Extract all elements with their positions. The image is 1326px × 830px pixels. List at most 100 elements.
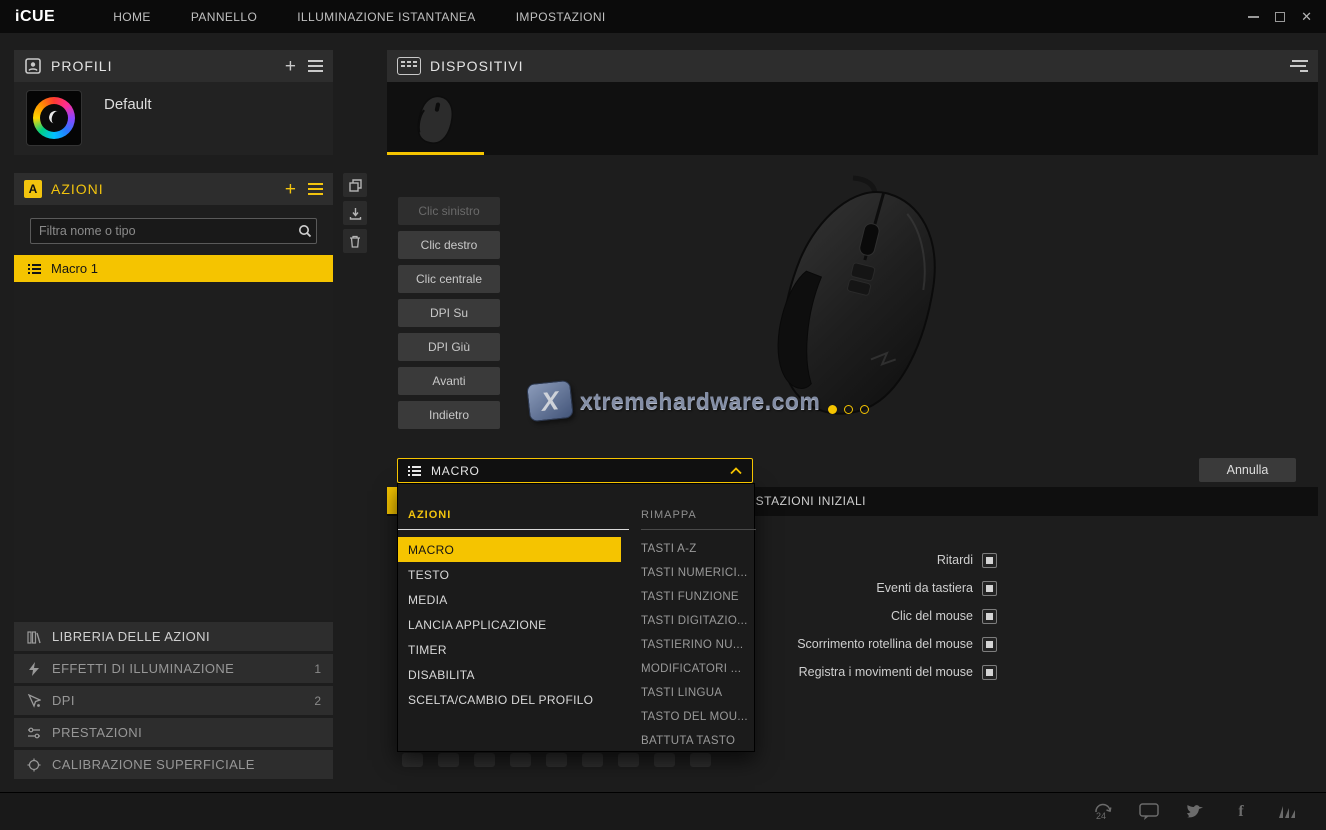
- section-label: PRESTAZIONI: [52, 725, 142, 740]
- scorrimento-rotellina-checkbox[interactable]: [982, 637, 997, 652]
- option-modificatori[interactable]: MODIFICATORI ...: [641, 657, 756, 681]
- titlebar: iCUE HOME PANNELLO ILLUMINAZIONE ISTANTA…: [0, 0, 1326, 33]
- action-type-dropdown-popup: AZIONI RIMAPPA MACRO TESTO MEDIA LANCIA …: [397, 483, 755, 752]
- macro-toolbar-button[interactable]: [654, 753, 675, 767]
- dropdown-column-rimappa-header: RIMAPPA: [641, 484, 756, 530]
- macro-toolbar: [402, 753, 711, 767]
- btn-avanti[interactable]: Avanti: [398, 367, 500, 395]
- macro-toolbar-button[interactable]: [546, 753, 567, 767]
- record-option-label: Clic del mouse: [891, 609, 973, 623]
- search-icon[interactable]: [292, 223, 316, 239]
- sliders-icon: [26, 725, 42, 741]
- section-libreria-delle-azioni[interactable]: LIBRERIA DELLE AZIONI: [14, 622, 333, 651]
- option-tasti-numerici[interactable]: TASTI NUMERICI...: [641, 561, 756, 585]
- option-tasti-funzione[interactable]: TASTI FUNZIONE: [641, 585, 756, 609]
- rimappa-column-header: RIMAPPA: [641, 509, 697, 521]
- twitter-icon[interactable]: [1184, 801, 1206, 823]
- profile-name[interactable]: Default: [104, 96, 152, 113]
- section-prestazioni[interactable]: PRESTAZIONI: [14, 718, 333, 747]
- option-tastierino-numerico[interactable]: TASTIERINO NU...: [641, 633, 756, 657]
- devices-sort-icon[interactable]: [1292, 60, 1308, 72]
- section-count: 1: [314, 662, 321, 676]
- option-tasto-del-mouse[interactable]: TASTO DEL MOU...: [641, 705, 756, 729]
- eventi-da-tastiera-checkbox[interactable]: [982, 581, 997, 596]
- actions-filter-input[interactable]: [31, 224, 292, 238]
- macro-toolbar-button[interactable]: [510, 753, 531, 767]
- option-media[interactable]: MEDIA: [398, 587, 621, 612]
- section-calibrazione-superficiale[interactable]: CALIBRAZIONE SUPERFICIALE: [14, 750, 333, 779]
- statusbar: 24 f: [0, 792, 1326, 830]
- icue-window: iCUE HOME PANNELLO ILLUMINAZIONE ISTANTA…: [0, 0, 1326, 830]
- clic-del-mouse-checkbox[interactable]: [982, 609, 997, 624]
- btn-dpi-giu[interactable]: DPI Giù: [398, 333, 500, 361]
- macro-toolbar-button[interactable]: [618, 753, 639, 767]
- profiles-list: Default: [14, 82, 333, 155]
- copy-action-button[interactable]: [343, 173, 367, 197]
- section-label: CALIBRAZIONE SUPERFICIALE: [52, 757, 255, 772]
- option-scelta-cambio-profilo[interactable]: SCELTA/CAMBIO DEL PROFILO: [398, 687, 621, 712]
- option-testo[interactable]: TESTO: [398, 562, 621, 587]
- actions-title: AZIONI: [51, 181, 104, 197]
- cancel-button[interactable]: Annulla: [1199, 458, 1296, 482]
- trash-icon: [349, 235, 361, 248]
- btn-clic-centrale[interactable]: Clic centrale: [398, 265, 500, 293]
- tab-mouse-device[interactable]: [387, 82, 484, 155]
- profiles-menu-icon[interactable]: [308, 60, 323, 72]
- btn-dpi-su[interactable]: DPI Su: [398, 299, 500, 327]
- corsair-sails-icon[interactable]: [1276, 801, 1298, 823]
- import-action-button[interactable]: [343, 201, 367, 225]
- updates-24-icon[interactable]: 24: [1092, 801, 1114, 823]
- minimize-icon[interactable]: [1248, 16, 1259, 18]
- view-dot-2[interactable]: [844, 405, 853, 414]
- btn-indietro[interactable]: Indietro: [398, 401, 500, 429]
- macro-toolbar-button[interactable]: [690, 753, 711, 767]
- devices-header: DISPOSITIVI: [387, 50, 1318, 82]
- option-macro[interactable]: MACRO: [398, 537, 621, 562]
- facebook-icon[interactable]: f: [1230, 801, 1252, 823]
- chat-icon[interactable]: [1138, 801, 1160, 823]
- cursor-dpi-icon: [26, 693, 42, 709]
- ritardi-checkbox[interactable]: [982, 553, 997, 568]
- nav-home[interactable]: HOME: [113, 10, 151, 24]
- add-action-icon[interactable]: +: [285, 180, 296, 199]
- action-item-macro-1[interactable]: Macro 1: [14, 255, 333, 282]
- macro-toolbar-button[interactable]: [402, 753, 423, 767]
- actions-header: A AZIONI +: [14, 173, 333, 205]
- option-disabilita[interactable]: DISABILITA: [398, 662, 621, 687]
- action-type-select[interactable]: MACRO: [397, 458, 753, 483]
- actions-menu-icon[interactable]: [308, 183, 323, 195]
- option-battuta-tasto[interactable]: BATTUTA TASTO: [641, 729, 756, 753]
- svg-text:24: 24: [1096, 811, 1106, 821]
- option-tasti-digitazione[interactable]: TASTI DIGITAZIO...: [641, 609, 756, 633]
- macro-toolbar-button[interactable]: [438, 753, 459, 767]
- maximize-icon[interactable]: [1275, 12, 1285, 22]
- view-dot-3[interactable]: [860, 405, 869, 414]
- macro-toolbar-button[interactable]: [582, 753, 603, 767]
- chevron-up-icon[interactable]: [730, 463, 742, 478]
- option-tasti-a-z[interactable]: TASTI A-Z: [641, 537, 756, 561]
- option-tasti-lingua[interactable]: TASTI LINGUA: [641, 681, 756, 705]
- nav-pannello[interactable]: PANNELLO: [191, 10, 257, 24]
- social-links: 24 f: [1092, 801, 1298, 823]
- section-dpi[interactable]: DPI 2: [14, 686, 333, 715]
- section-effetti-di-illuminazione[interactable]: EFFETTI DI ILLUMINAZIONE 1: [14, 654, 333, 683]
- registra-movimenti-checkbox[interactable]: [982, 665, 997, 680]
- actions-filter-box: [30, 218, 317, 244]
- btn-clic-destro[interactable]: Clic destro: [398, 231, 500, 259]
- actions-side-toolbar: [343, 173, 367, 253]
- delete-action-button[interactable]: [343, 229, 367, 253]
- add-profile-icon[interactable]: +: [285, 57, 296, 76]
- macro-toolbar-button[interactable]: [474, 753, 495, 767]
- button-assignment-list: Clic sinistro Clic destro Clic centrale …: [398, 197, 500, 429]
- nav-impostazioni[interactable]: IMPOSTAZIONI: [516, 10, 606, 24]
- section-count: 2: [314, 694, 321, 708]
- profile-avatar[interactable]: [26, 90, 82, 146]
- close-icon[interactable]: ✕: [1301, 10, 1312, 23]
- record-option-label: Registra i movimenti del mouse: [799, 665, 973, 679]
- profiles-header: PROFILI +: [14, 50, 333, 82]
- view-dot-1[interactable]: [828, 405, 837, 414]
- option-lancia-applicazione[interactable]: LANCIA APPLICAZIONE: [398, 612, 621, 637]
- window-controls: ✕: [1248, 10, 1312, 23]
- nav-illuminazione-istantanea[interactable]: ILLUMINAZIONE ISTANTANEA: [297, 10, 476, 24]
- option-timer[interactable]: TIMER: [398, 637, 621, 662]
